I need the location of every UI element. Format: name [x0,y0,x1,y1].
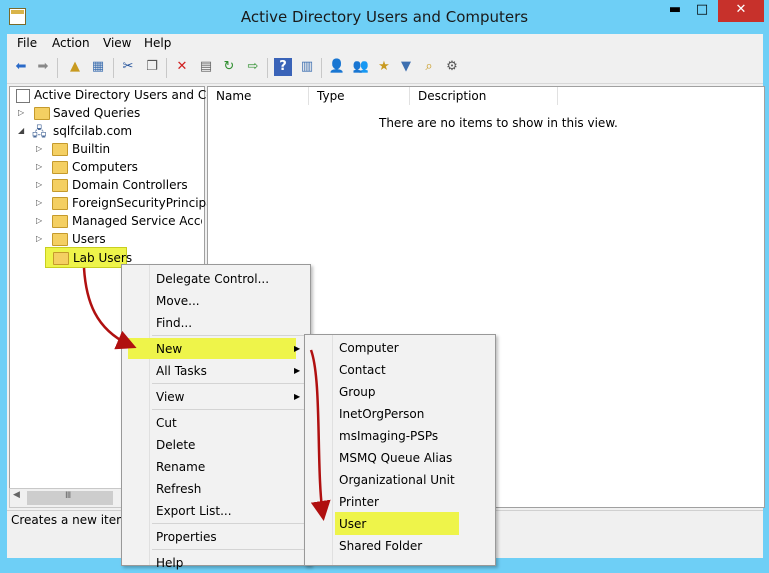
arrow-to-new [82,267,137,350]
annotation-arrows [82,267,331,521]
arrow-to-user [309,349,331,521]
